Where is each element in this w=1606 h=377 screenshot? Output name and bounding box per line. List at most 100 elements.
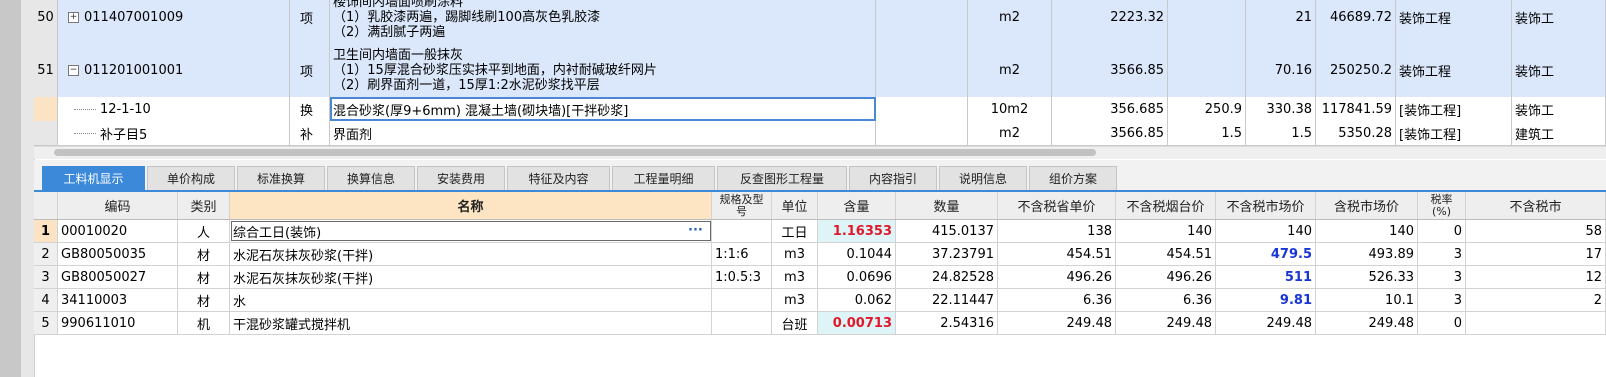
- ellipsis-icon[interactable]: ···: [688, 223, 703, 238]
- market-excl[interactable]: 12: [1466, 266, 1606, 288]
- resource-quantity[interactable]: 37.23791: [896, 243, 998, 265]
- header-provincial-price[interactable]: 不含税省单价: [998, 192, 1116, 219]
- market-excl[interactable]: 58: [1466, 220, 1606, 242]
- header-unit[interactable]: 单位: [772, 192, 818, 219]
- resource-content[interactable]: 0.0696: [818, 266, 896, 288]
- market-excl[interactable]: 17: [1466, 243, 1606, 265]
- resource-unit[interactable]: m3: [772, 243, 818, 265]
- market-price-tax[interactable]: 493.89: [1316, 243, 1418, 265]
- market-price[interactable]: 249.48: [1216, 312, 1316, 334]
- resource-quantity[interactable]: 415.0137: [896, 220, 998, 242]
- market-price[interactable]: 9.81: [1216, 289, 1316, 311]
- resource-quantity[interactable]: 22.11447: [896, 289, 998, 311]
- resource-type[interactable]: 机: [178, 312, 230, 334]
- header-market-price[interactable]: 不含税市场价: [1216, 192, 1316, 219]
- market-price-tax[interactable]: 526.33: [1316, 266, 1418, 288]
- resource-spec[interactable]: [712, 220, 772, 242]
- resource-row[interactable]: 1 00010020 人综合工日(装饰) ··· 工日 1.16353 415.0137 13…: [34, 220, 1606, 243]
- provincial-price[interactable]: 496.26: [998, 266, 1116, 288]
- header-content[interactable]: 含量: [818, 192, 896, 219]
- item-code-cell[interactable]: − 011201001001: [58, 44, 290, 97]
- item-description[interactable]: 楼饰间内墙面喷刷涂料 （1）乳胶漆两遍，踢脚线刷100高灰色乳胶漆 （2）满刮腻…: [330, 0, 876, 44]
- market-price[interactable]: 479.5: [1216, 243, 1316, 265]
- yantai-price[interactable]: 6.36: [1116, 289, 1216, 311]
- bill-row[interactable]: 51 − 011201001001 项 卫生间内墙面一般抹灰 （1）15厚混合砂…: [34, 44, 1606, 98]
- sub-item-row[interactable]: 补子目5 补 界面剂 m2 3566.85 1.5 1.5 5350.28 [装…: [34, 121, 1606, 146]
- tab-standard-conversion[interactable]: 标准换算: [237, 166, 325, 190]
- yantai-price[interactable]: 249.48: [1116, 312, 1216, 334]
- resource-code[interactable]: 990611010: [58, 312, 178, 334]
- scrollbar-thumb[interactable]: [54, 149, 1096, 156]
- item-description[interactable]: 界面剂: [330, 121, 876, 145]
- plus-box-icon[interactable]: +: [68, 11, 79, 23]
- resource-row[interactable]: 5 990611010 机干混砂浆罐式搅拌机 台班 0.00713 2.54316 249.…: [34, 312, 1606, 335]
- tab-installation-fee[interactable]: 安装费用: [417, 166, 505, 190]
- tab-pricing-scheme[interactable]: 组价方案: [1029, 166, 1117, 190]
- tab-labor-material-machine[interactable]: 工料机显示: [42, 166, 145, 190]
- provincial-price[interactable]: 6.36: [998, 289, 1116, 311]
- resource-spec[interactable]: 1:0.5:3: [712, 266, 772, 288]
- item-code-cell[interactable]: 补子目5: [58, 121, 290, 145]
- resource-content[interactable]: 0.1044: [818, 243, 896, 265]
- item-code-cell[interactable]: + 011407001009: [58, 0, 290, 44]
- header-market-price-tax[interactable]: 含税市场价: [1316, 192, 1418, 219]
- resource-spec[interactable]: [712, 289, 772, 311]
- resource-row[interactable]: 3 GB80050027 材水泥石灰抹灰砂浆(干拌) 1:0.5:3 m3 0.0696 2…: [34, 266, 1606, 289]
- header-yantai-price[interactable]: 不含税烟台价: [1116, 192, 1216, 219]
- resource-name[interactable]: 综合工日(装饰): [230, 220, 712, 242]
- market-excl[interactable]: [1466, 312, 1606, 334]
- provincial-price[interactable]: 138: [998, 220, 1116, 242]
- resource-type[interactable]: 材: [178, 289, 230, 311]
- tab-unit-price-composition[interactable]: 单价构成: [147, 166, 235, 190]
- tax-rate[interactable]: 3: [1418, 266, 1466, 288]
- resource-unit[interactable]: 台班: [772, 312, 818, 334]
- header-market-excl[interactable]: 不含税市: [1466, 192, 1606, 219]
- header-name[interactable]: 名称: [230, 192, 712, 219]
- resource-quantity[interactable]: 2.54316: [896, 312, 998, 334]
- resource-name[interactable]: 水泥石灰抹灰砂浆(干拌): [230, 266, 712, 288]
- item-description[interactable]: 混合砂浆(厚9+6mm) 混凝土墙(砌块墙)[干拌砂浆]: [330, 97, 876, 121]
- resource-code[interactable]: 00010020: [58, 220, 178, 242]
- market-price[interactable]: 511: [1216, 266, 1316, 288]
- tab-conversion-info[interactable]: 换算信息: [327, 166, 415, 190]
- resource-unit[interactable]: 工日: [772, 220, 818, 242]
- market-price-tax[interactable]: 10.1: [1316, 289, 1418, 311]
- bill-row[interactable]: 50 + 011407001009 项 楼饰间内墙面喷刷涂料 （1）乳胶漆两遍，…: [34, 0, 1606, 45]
- market-excl[interactable]: 2: [1466, 289, 1606, 311]
- market-price-tax[interactable]: 249.48: [1316, 312, 1418, 334]
- resource-unit[interactable]: m3: [772, 266, 818, 288]
- resource-type[interactable]: 人: [178, 220, 230, 242]
- tax-rate[interactable]: 3: [1418, 289, 1466, 311]
- tab-quantity-detail[interactable]: 工程量明细: [612, 166, 715, 190]
- minus-box-icon[interactable]: −: [68, 65, 79, 76]
- resource-code[interactable]: GB80050035: [58, 243, 178, 265]
- tab-content-guide[interactable]: 内容指引: [849, 166, 937, 190]
- resource-row[interactable]: 2 GB80050035 材水泥石灰抹灰砂浆(干拌) 1:1:6 m3 0.1044 37.…: [34, 243, 1606, 266]
- yantai-price[interactable]: 454.51: [1116, 243, 1216, 265]
- provincial-price[interactable]: 249.48: [998, 312, 1116, 334]
- yantai-price[interactable]: 496.26: [1116, 266, 1216, 288]
- resource-content[interactable]: 0.00713: [818, 312, 896, 334]
- resource-content[interactable]: 0.062: [818, 289, 896, 311]
- resource-code[interactable]: 34110003: [58, 289, 178, 311]
- header-quantity[interactable]: 数量: [896, 192, 998, 219]
- resource-name[interactable]: 干混砂浆罐式搅拌机: [230, 312, 712, 334]
- item-description[interactable]: 卫生间内墙面一般抹灰 （1）15厚混合砂浆压实抹平到地面，内衬耐碱玻纤网片 （2…: [330, 44, 876, 97]
- market-price-tax[interactable]: 140: [1316, 220, 1418, 242]
- tab-description-info[interactable]: 说明信息: [939, 166, 1027, 190]
- resource-unit[interactable]: m3: [772, 289, 818, 311]
- tax-rate[interactable]: 3: [1418, 243, 1466, 265]
- resource-content[interactable]: 1.16353: [818, 220, 896, 242]
- tab-reverse-graphic-quantity[interactable]: 反查图形工程量: [717, 166, 847, 190]
- resource-type[interactable]: 材: [178, 266, 230, 288]
- resource-quantity[interactable]: 24.82528: [896, 266, 998, 288]
- header-code[interactable]: 编码: [58, 192, 178, 219]
- tab-features-content[interactable]: 特征及内容: [507, 166, 610, 190]
- item-code-cell[interactable]: 12-1-10: [58, 97, 290, 121]
- resource-spec[interactable]: [712, 312, 772, 334]
- header-type[interactable]: 类别: [178, 192, 230, 219]
- resource-spec[interactable]: 1:1:6: [712, 243, 772, 265]
- tax-rate[interactable]: 0: [1418, 220, 1466, 242]
- horizontal-scrollbar[interactable]: [34, 146, 1606, 159]
- tax-rate[interactable]: 0: [1418, 312, 1466, 334]
